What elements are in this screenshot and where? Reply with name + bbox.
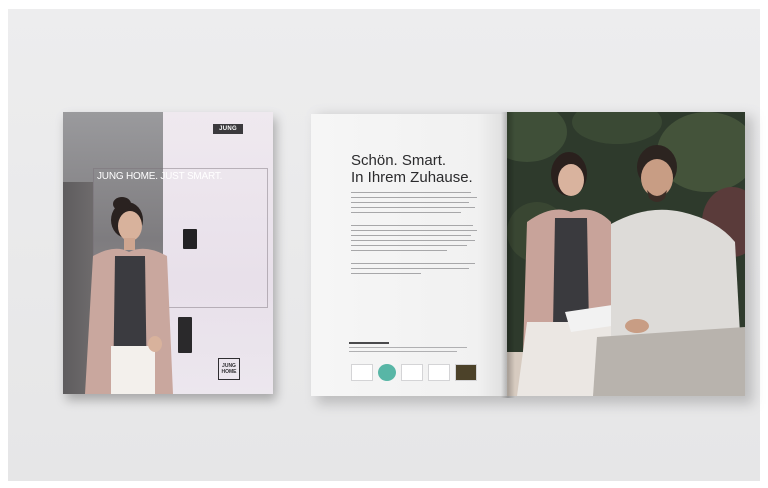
headline: Schön. Smart. In Ihrem Zuhause. bbox=[351, 152, 473, 186]
wall-switch-icon bbox=[178, 317, 192, 353]
body-text-block bbox=[351, 192, 479, 278]
wall-switch-icon bbox=[183, 229, 197, 249]
award-caption bbox=[349, 342, 469, 355]
brand-logo: JUNG bbox=[213, 124, 243, 134]
headline-line: In Ihrem Zuhause. bbox=[351, 169, 473, 186]
product-photo-backdrop: JUNG HOME. JUST SMART. JUNG JUNG HOME Sc… bbox=[8, 9, 760, 481]
cover-title: JUNG HOME. JUST SMART. bbox=[97, 171, 223, 182]
jung-home-badge: JUNG HOME bbox=[218, 358, 240, 380]
award-logos bbox=[351, 364, 483, 382]
award-logo bbox=[428, 364, 450, 381]
right-page-photo bbox=[507, 112, 745, 396]
brochure-cover: JUNG HOME. JUST SMART. JUNG JUNG HOME bbox=[63, 112, 273, 394]
couple-photo bbox=[507, 112, 745, 396]
brochure-spread: Schön. Smart. In Ihrem Zuhause. bbox=[311, 106, 753, 404]
award-logo bbox=[378, 364, 396, 381]
award-logo bbox=[455, 364, 477, 381]
cover-woman-figure bbox=[85, 197, 173, 394]
award-logo bbox=[401, 364, 423, 381]
badge-line: HOME bbox=[221, 369, 237, 375]
left-page: Schön. Smart. In Ihrem Zuhause. bbox=[311, 114, 507, 396]
award-logo bbox=[351, 364, 373, 381]
headline-line: Schön. Smart. bbox=[351, 152, 447, 169]
spread-gutter bbox=[501, 112, 515, 398]
